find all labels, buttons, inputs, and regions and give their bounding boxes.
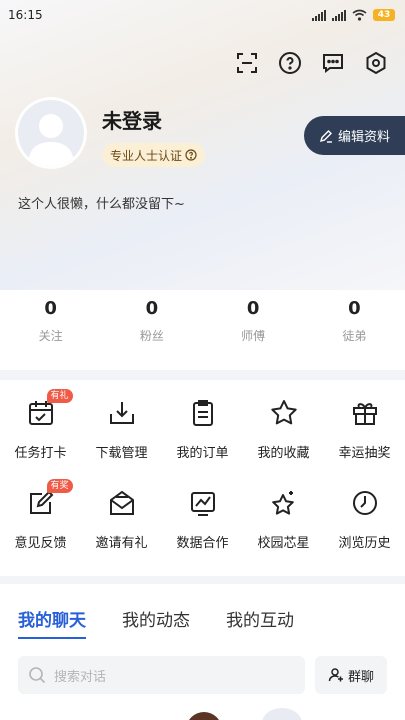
stat-value: 0 xyxy=(44,298,57,319)
user-bio: 这个人很懒，什么都没留下~ xyxy=(18,197,185,212)
download-tray-icon xyxy=(109,402,134,424)
tab-my-chats[interactable]: 我的聊天 xyxy=(18,606,86,639)
grid-label: 任务打卡 xyxy=(14,446,67,461)
grid-label: 数据合作 xyxy=(176,536,229,551)
grid-item-lucky-draw[interactable]: 幸运抽奖 xyxy=(324,392,405,482)
tab-my-posts[interactable]: 我的动态 xyxy=(122,606,190,631)
chat-tabs: 我的聊天 我的动态 我的互动 xyxy=(0,584,405,639)
user-icon xyxy=(328,668,343,682)
grid-item-my-orders[interactable]: 我的订单 xyxy=(162,392,243,482)
signal-icon xyxy=(312,9,326,21)
grid-item-invite[interactable]: 邀请有礼 xyxy=(81,482,162,572)
stat-followers[interactable]: 0 粉丝 xyxy=(101,290,202,370)
grid-item-browse-history[interactable]: 浏览历史 xyxy=(324,482,405,572)
message-icon[interactable] xyxy=(320,50,346,76)
edit-profile-button[interactable]: 编辑资料 xyxy=(304,116,405,155)
edit-profile-label: 编辑资料 xyxy=(337,130,390,145)
user-name[interactable]: 未登录 xyxy=(102,105,162,134)
status-bar: 16:15 43 xyxy=(0,0,405,30)
feature-grid: 有礼 任务打卡 下载管理 我的订单 我的收藏 幸运抽奖 有奖 意见反馈 邀请有礼… xyxy=(0,380,405,576)
help-icon[interactable] xyxy=(277,50,303,76)
grid-item-my-favorites[interactable]: 我的收藏 xyxy=(243,392,324,482)
stat-apprentices[interactable]: 0 徒弟 xyxy=(304,290,405,370)
clock-icon xyxy=(352,491,377,515)
gift-tag: 有礼 xyxy=(46,389,73,403)
star-icon xyxy=(270,400,297,425)
grid-label: 下载管理 xyxy=(95,446,148,461)
scan-icon[interactable] xyxy=(234,50,260,76)
pen-icon xyxy=(319,129,332,143)
chart-icon xyxy=(190,492,215,516)
status-indicators: 43 xyxy=(312,9,395,21)
stat-value: 0 xyxy=(145,298,159,319)
search-icon xyxy=(29,667,46,684)
signal-icon xyxy=(332,9,346,21)
chat-search-input[interactable]: 搜索对话 xyxy=(18,656,305,694)
grid-label: 我的订单 xyxy=(176,446,229,461)
grid-label: 浏览历史 xyxy=(338,536,391,551)
clipboard-icon xyxy=(192,400,213,426)
stat-label: 粉丝 xyxy=(139,329,164,343)
grid-item-feedback[interactable]: 有奖 意见反馈 xyxy=(0,479,81,572)
stat-masters[interactable]: 0 师傅 xyxy=(203,290,304,370)
search-placeholder: 搜索对话 xyxy=(54,669,107,685)
battery-icon: 43 xyxy=(373,9,395,21)
prize-tag: 有奖 xyxy=(46,479,73,493)
stats-bar: 0 关注 0 粉丝 0 师傅 0 徒弟 xyxy=(0,290,405,370)
stat-following[interactable]: 0 关注 xyxy=(0,290,101,370)
avatar[interactable] xyxy=(18,100,84,166)
chat-search-row: 搜索对话 群聊 xyxy=(18,656,387,694)
group-chat-label: 群聊 xyxy=(347,669,374,685)
grid-item-task-checkin[interactable]: 有礼 任务打卡 xyxy=(0,389,81,482)
settings-icon[interactable] xyxy=(363,50,389,76)
grid-label: 意见反馈 xyxy=(14,536,67,551)
tab-my-interactions[interactable]: 我的互动 xyxy=(226,606,294,631)
stat-value: 0 xyxy=(246,298,260,319)
stat-label: 师傅 xyxy=(241,329,266,343)
help-circle-icon xyxy=(185,149,197,161)
grid-item-campus-star[interactable]: 校园芯星 xyxy=(243,482,324,572)
gift-icon xyxy=(352,403,377,425)
status-time: 16:15 xyxy=(8,8,43,22)
wifi-icon xyxy=(352,9,367,21)
cert-label: 专业人士认证 xyxy=(110,148,183,163)
grid-item-download-manager[interactable]: 下载管理 xyxy=(81,392,162,482)
stat-label: 徒弟 xyxy=(342,329,367,343)
professional-cert-badge[interactable]: 专业人士认证 xyxy=(102,143,206,167)
grid-label: 校园芯星 xyxy=(257,536,310,551)
stat-label: 关注 xyxy=(38,329,63,343)
envelope-icon xyxy=(109,490,134,515)
grid-label: 我的收藏 xyxy=(257,446,310,461)
sparkle-star-icon xyxy=(271,491,294,515)
grid-label: 邀请有礼 xyxy=(95,536,148,551)
group-chat-button[interactable]: 群聊 xyxy=(315,656,387,694)
chat-section: 我的聊天 我的动态 我的互动 搜索对话 群聊 xyxy=(0,584,405,720)
stat-value: 0 xyxy=(348,298,361,319)
header-toolbar xyxy=(234,50,389,76)
grid-item-data-cooperation[interactable]: 数据合作 xyxy=(162,482,243,572)
grid-label: 幸运抽奖 xyxy=(338,446,391,461)
